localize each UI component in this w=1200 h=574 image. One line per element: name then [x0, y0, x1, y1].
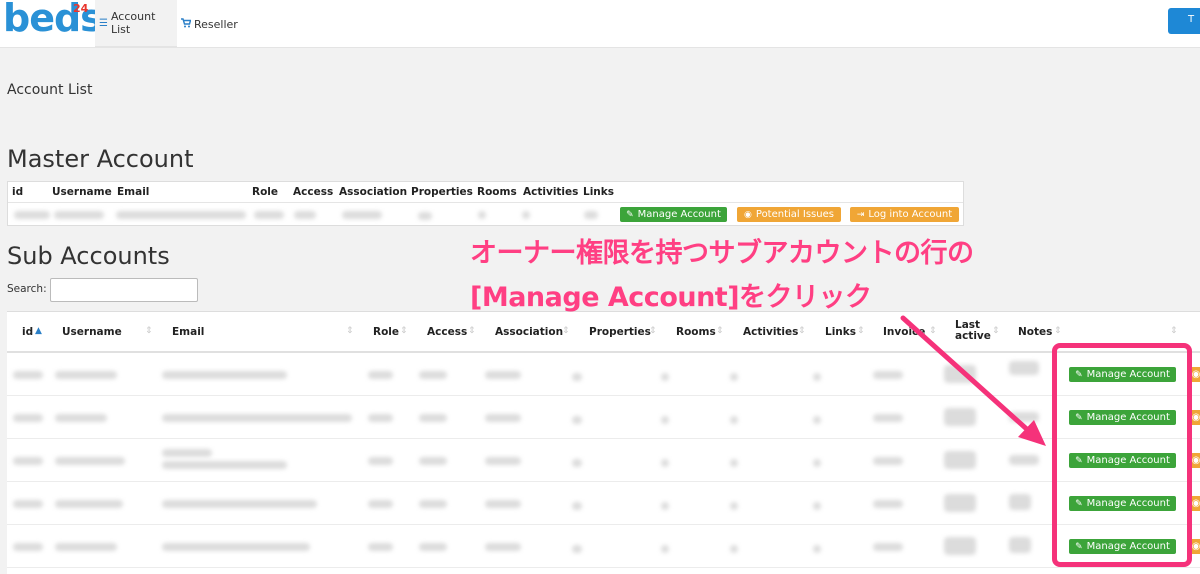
eye-icon: ◉ — [1191, 369, 1200, 380]
master-col-rooms: Rooms — [477, 186, 517, 198]
list-icon: ☰ — [99, 17, 108, 29]
annotation-line2: [Manage Account]をクリック — [470, 282, 872, 313]
master-col-access: Access — [293, 186, 334, 198]
sub-col-invoice[interactable]: Invoice — [883, 326, 925, 338]
sort-icon[interactable]: ⇕ — [562, 326, 570, 336]
nav-tab-account-list-label: Account List — [110, 10, 156, 36]
sub-col-last-active-line2: active — [955, 330, 991, 342]
sort-icon[interactable]: ⇕ — [798, 326, 806, 336]
master-col-activities: Activities — [523, 186, 579, 198]
sort-icon[interactable]: ⇕ — [1054, 326, 1062, 336]
table-row: ✎ Manage Account ◉ — [7, 525, 1200, 568]
top-navbar: beds 24 ☰ Account List Reseller T — [0, 0, 1200, 48]
search-label: Search: — [7, 283, 47, 295]
annotation-highlight-box — [1052, 343, 1192, 567]
eye-icon: ◉ — [1191, 455, 1200, 466]
log-into-account-label: Log into Account — [868, 209, 953, 220]
table-row: ✎ Manage Account ◉ — [7, 482, 1200, 525]
eye-icon: ◉ — [1191, 412, 1200, 423]
master-col-email: Email — [117, 186, 150, 198]
page-title: Account List — [7, 82, 93, 98]
annotation-callout: オーナー権限を持つサブアカウントの行の [Manage Account]をクリッ… — [470, 232, 974, 320]
sort-icon[interactable]: ⇕ — [857, 326, 865, 336]
sub-col-properties[interactable]: Properties — [589, 326, 651, 338]
sub-accounts-heading: Sub Accounts — [7, 242, 170, 270]
table-row: ✎ Manage Account ◉ — [7, 353, 1200, 396]
sub-col-username[interactable]: Username — [62, 326, 122, 338]
sort-icon[interactable]: ⇕ — [1170, 326, 1178, 336]
table-row: ✎ Manage Account ◉ — [7, 439, 1200, 482]
pencil-icon: ✎ — [626, 209, 634, 220]
sort-icon[interactable]: ⇕ — [468, 326, 476, 336]
beds24-logo[interactable]: beds 24 — [3, 0, 103, 44]
master-col-links: Links — [583, 186, 614, 198]
sign-in-icon: ⇥ — [856, 209, 865, 220]
nav-tab-reseller[interactable]: Reseller — [181, 0, 238, 48]
sort-icon[interactable]: ⇕ — [145, 326, 153, 336]
sub-col-association[interactable]: Association — [495, 326, 563, 338]
master-manage-account-label: Manage Account — [637, 209, 721, 220]
master-col-username: Username — [52, 186, 112, 198]
table-row: ✎ Manage Account ◉ — [7, 396, 1200, 439]
top-right-button[interactable]: T — [1168, 8, 1200, 34]
nav-tab-account-list[interactable]: ☰ Account List — [95, 0, 177, 48]
sub-col-last-active[interactable]: Last active — [955, 320, 991, 342]
master-account-row: ✎ Manage Account ◉ Potential Issues ⇥ Lo… — [8, 202, 963, 226]
sub-col-role[interactable]: Role — [373, 326, 399, 338]
search-input[interactable] — [50, 278, 198, 302]
sort-icon[interactable]: ⇕ — [649, 326, 657, 336]
master-col-role: Role — [252, 186, 279, 198]
annotation-line1: オーナー権限を持つサブアカウントの行の — [470, 238, 974, 269]
master-account-table: id Username Email Role Access Associatio… — [7, 181, 964, 226]
sub-col-activities[interactable]: Activities — [743, 326, 798, 338]
master-account-heading: Master Account — [7, 145, 194, 173]
sort-icon[interactable]: ⇕ — [400, 326, 408, 336]
sub-col-rooms[interactable]: Rooms — [676, 326, 716, 338]
sub-col-notes[interactable]: Notes — [1018, 326, 1052, 338]
sort-icon[interactable]: ⇕ — [929, 326, 937, 336]
master-col-association: Association — [339, 186, 408, 198]
sort-asc-icon[interactable]: ▲ — [35, 326, 42, 336]
eye-icon: ◉ — [1191, 541, 1200, 552]
sort-icon[interactable]: ⇕ — [716, 326, 724, 336]
eye-icon: ◉ — [744, 209, 752, 220]
logo-superscript: 24 — [73, 2, 89, 15]
eye-icon: ◉ — [1191, 498, 1200, 509]
sort-icon[interactable]: ⇕ — [346, 326, 354, 336]
master-col-id: id — [12, 186, 24, 198]
sub-col-email[interactable]: Email — [172, 326, 204, 338]
sub-accounts-table: id ▲ Username ⇕ Email ⇕ Role ⇕ Access ⇕ … — [7, 311, 1200, 574]
master-col-properties: Properties — [411, 186, 473, 198]
cart-icon — [181, 17, 192, 31]
master-manage-account-button[interactable]: ✎ Manage Account — [620, 207, 727, 222]
nav-tab-reseller-label: Reseller — [194, 17, 238, 31]
sort-icon[interactable]: ⇕ — [992, 326, 1000, 336]
sub-col-id[interactable]: id — [22, 326, 33, 338]
potential-issues-button[interactable]: ◉ Potential Issues — [737, 207, 841, 222]
potential-issues-label: Potential Issues — [755, 209, 834, 220]
log-into-account-button[interactable]: ⇥ Log into Account — [850, 207, 959, 222]
sub-col-access[interactable]: Access — [427, 326, 467, 338]
sub-col-links[interactable]: Links — [825, 326, 856, 338]
